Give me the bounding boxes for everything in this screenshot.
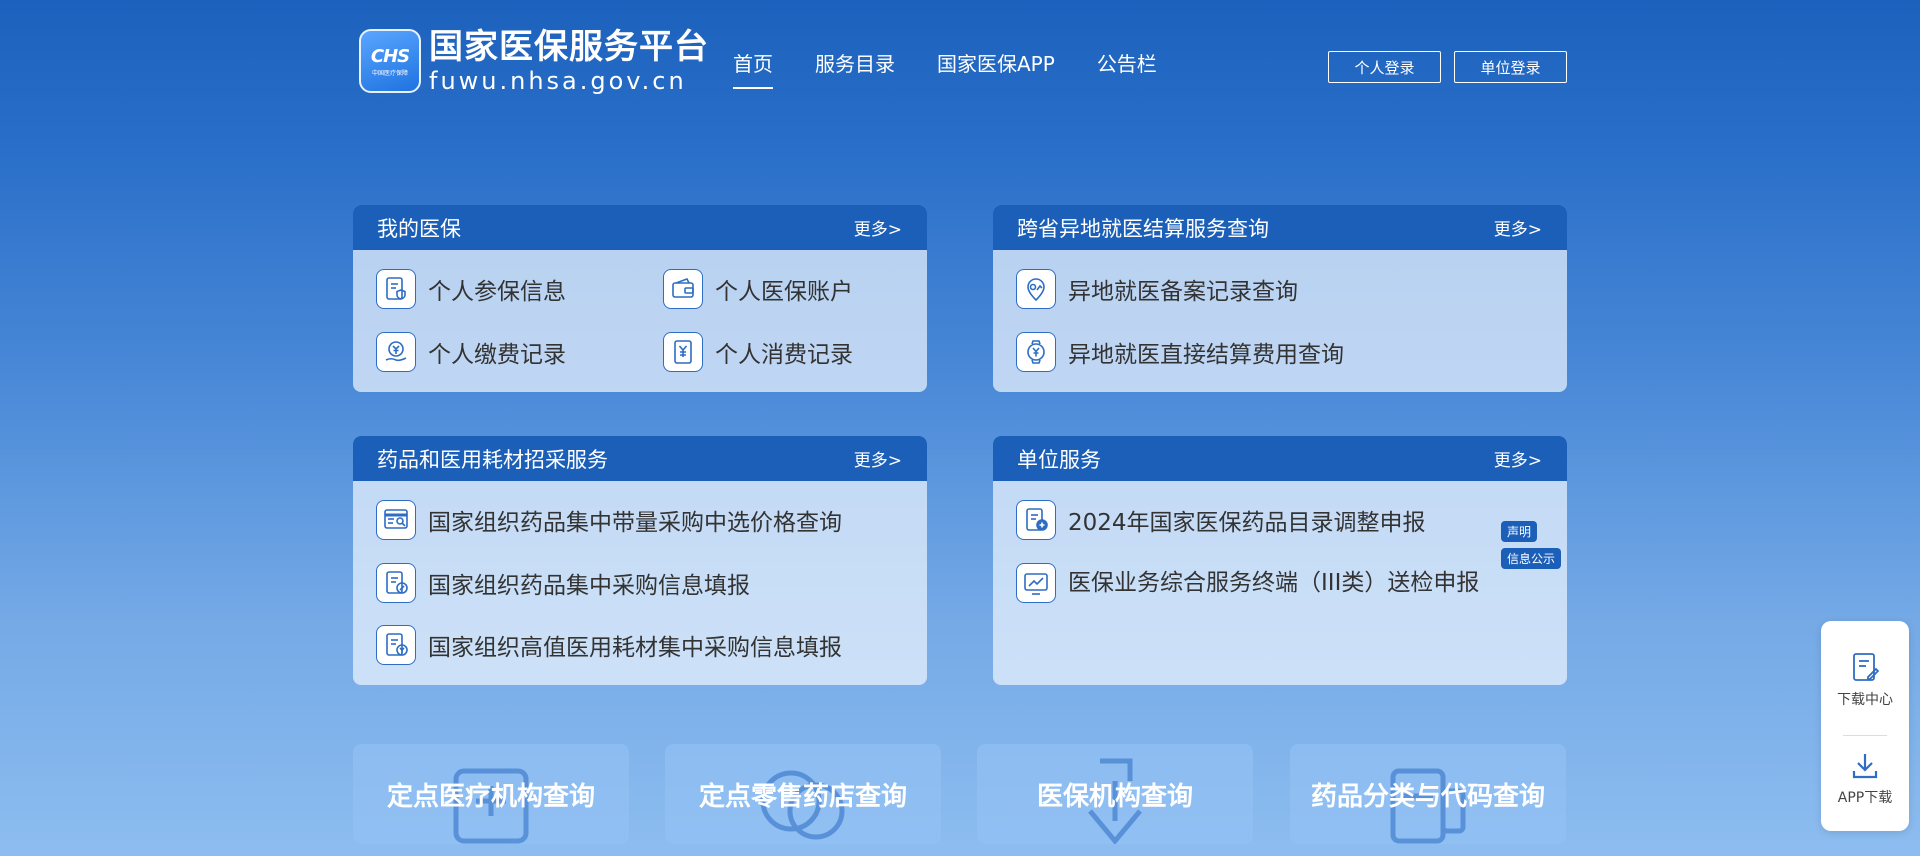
personal-login-button[interactable]: 个人登录 (1328, 51, 1441, 83)
wallet-icon (663, 269, 703, 309)
statement-tag[interactable]: 声明 (1501, 521, 1538, 542)
unit-service-panel: 单位服务 更多> 2024年国家医保药品目录调整申报 医保业务综合服务终端（II… (993, 436, 1567, 685)
download-center-button[interactable]: 下载中心 (1821, 651, 1909, 709)
panel-title: 单位服务 (1017, 447, 1101, 472)
chs-logo-icon: CHS 中国医疗保障 (359, 29, 421, 93)
more-link[interactable]: 更多> (854, 215, 902, 240)
unit-login-button[interactable]: 单位登录 (1454, 51, 1567, 83)
item-label: 国家组织药品集中采购信息填报 (428, 573, 750, 599)
item-filing-query[interactable]: 异地就医备案记录查询 (1016, 269, 1298, 309)
panel-title: 药品和医用耗材招采服务 (377, 447, 608, 472)
item-label: 个人消费记录 (715, 342, 853, 368)
item-drug-procurement-report[interactable]: 国家组织药品集中采购信息填报 (376, 563, 750, 603)
nav-bulletin[interactable]: 公告栏 (1097, 48, 1157, 77)
item-label: 异地就医备案记录查询 (1068, 279, 1298, 305)
item-label: 个人参保信息 (428, 279, 566, 305)
site-url: fuwu.nhsa.gov.cn (429, 67, 687, 95)
item-price-query[interactable]: 国家组织药品集中带量采购中选价格查询 (376, 500, 842, 540)
document-shield-icon (376, 269, 416, 309)
nav-service-catalog[interactable]: 服务目录 (815, 48, 895, 77)
cross-province-panel: 跨省异地就医结算服务查询 更多> 异地就医备案记录查询 异地就医直接结算费用查询 (993, 205, 1567, 392)
item-label: 异地就医直接结算费用查询 (1068, 342, 1344, 368)
item-drug-catalog-adjustment[interactable]: 2024年国家医保药品目录调整申报 (1016, 500, 1426, 540)
card-label: 定点医疗机构查询 (386, 781, 595, 812)
document-yuan-icon (376, 625, 416, 665)
floating-sidebar: 下载中心 APP下载 (1821, 621, 1909, 831)
panel-title: 跨省异地就医结算服务查询 (1017, 216, 1269, 241)
card-label: 医保机构查询 (1036, 781, 1193, 812)
more-link[interactable]: 更多> (854, 446, 902, 471)
item-label: 个人医保账户 (715, 279, 853, 305)
insurance-agency-card[interactable]: 医保机构查询 (977, 744, 1253, 844)
side-label: APP下载 (1837, 790, 1893, 806)
more-link[interactable]: 更多> (1494, 446, 1542, 471)
document-percent-icon (376, 563, 416, 603)
drug-classification-card[interactable]: 药品分类与代码查询 (1290, 744, 1566, 844)
designated-medical-institution-card[interactable]: 定点医疗机构查询 (353, 744, 629, 844)
designated-pharmacy-card[interactable]: 定点零售药店查询 (665, 744, 941, 844)
chart-monitor-icon (1016, 563, 1056, 603)
watch-yuan-icon (1016, 332, 1056, 372)
item-label: 医保业务综合服务终端（III类）送检申报 (1068, 570, 1480, 596)
nav-home[interactable]: 首页 (733, 48, 773, 89)
monitor-search-icon (376, 500, 416, 540)
receipt-yuan-icon (663, 332, 703, 372)
map-pin-icon (1016, 269, 1056, 309)
logo-badge-subtext: 中国医疗保障 (371, 69, 408, 77)
card-label: 药品分类与代码查询 (1310, 781, 1545, 812)
item-personal-account[interactable]: 个人医保账户 (663, 269, 853, 309)
download-icon (1852, 754, 1878, 779)
item-terminal-inspection[interactable]: 医保业务综合服务终端（III类）送检申报 (1016, 563, 1486, 603)
document-plus-icon (1016, 500, 1056, 540)
item-label: 个人缴费记录 (428, 342, 566, 368)
procurement-panel: 药品和医用耗材招采服务 更多> 国家组织药品集中带量采购中选价格查询 国家组织药… (353, 436, 927, 685)
more-link[interactable]: 更多> (1494, 215, 1542, 240)
panel-title: 我的医保 (377, 216, 461, 241)
item-personal-enrollment[interactable]: 个人参保信息 (376, 269, 566, 309)
nav-app[interactable]: 国家医保APP (937, 48, 1055, 77)
site-title: 国家医保服务平台 (429, 27, 709, 67)
item-consumption-records[interactable]: 个人消费记录 (663, 332, 853, 372)
item-settlement-query[interactable]: 异地就医直接结算费用查询 (1016, 332, 1344, 372)
divider (1843, 735, 1887, 736)
app-download-button[interactable]: APP下载 (1821, 751, 1909, 807)
logo-badge-text: CHS (370, 45, 410, 67)
my-insurance-panel: 我的医保 更多> 个人参保信息 个人医保账户 个人缴费记录 个人消费记录 (353, 205, 927, 392)
item-label: 国家组织药品集中带量采购中选价格查询 (428, 510, 842, 536)
site-logo[interactable]: CHS 中国医疗保障 国家医保服务平台 fuwu.nhsa.gov.cn (359, 27, 709, 95)
item-consumables-procurement-report[interactable]: 国家组织高值医用耗材集中采购信息填报 (376, 625, 842, 665)
main-nav: 首页 服务目录 国家医保APP 公告栏 (733, 48, 1199, 89)
side-label: 下载中心 (1837, 692, 1893, 708)
card-label: 定点零售药店查询 (698, 781, 907, 812)
item-label: 国家组织高值医用耗材集中采购信息填报 (428, 635, 842, 661)
item-label: 2024年国家医保药品目录调整申报 (1068, 510, 1426, 536)
yuan-hand-icon (376, 332, 416, 372)
item-payment-records[interactable]: 个人缴费记录 (376, 332, 566, 372)
tag-group: 声明 信息公示 (1501, 521, 1562, 575)
info-disclosure-tag[interactable]: 信息公示 (1501, 548, 1562, 569)
document-edit-icon (1853, 653, 1880, 681)
